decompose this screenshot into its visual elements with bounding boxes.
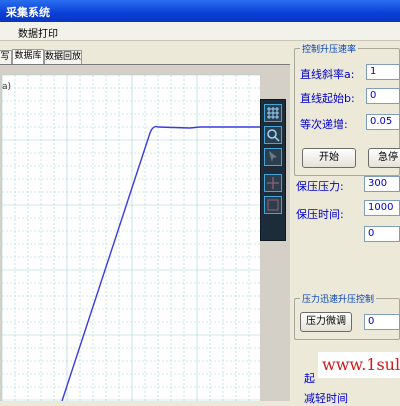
bottom-label-1: 起	[304, 372, 315, 385]
fine-tune-input[interactable]: 0	[364, 314, 400, 330]
pressure-chart: a)	[1, 74, 260, 401]
intercept-input[interactable]: 0	[366, 88, 400, 104]
menu-item-print[interactable]: 数据打印	[18, 25, 58, 40]
step-input[interactable]: 0.05	[366, 114, 400, 130]
tab-write[interactable]: 写	[0, 50, 12, 64]
cursor-icon[interactable]	[264, 148, 282, 166]
start-button[interactable]: 开始	[302, 148, 356, 168]
tab-database[interactable]: 数据库	[12, 49, 44, 65]
slope-label: 直线斜率a:	[300, 68, 355, 81]
slope-input[interactable]: 1	[366, 64, 400, 80]
hold-time-input[interactable]: 1000	[364, 200, 400, 216]
pan-icon[interactable]	[264, 174, 282, 192]
grid-toggle-icon[interactable]	[264, 104, 282, 122]
hold-extra-input[interactable]: 0	[364, 226, 400, 242]
tab-playback[interactable]: 数据回放	[44, 50, 82, 64]
hold-pressure-label: 保压压力:	[296, 180, 344, 193]
fine-tune-button[interactable]: 压力微调	[300, 312, 352, 332]
chart-corner-label: a)	[2, 82, 11, 92]
zoom-icon[interactable]	[264, 126, 282, 144]
fast-group-title: 压力迅速升压控制	[300, 292, 377, 305]
hold-pressure-input[interactable]: 300	[364, 176, 400, 192]
step-label: 等次递增:	[300, 118, 348, 131]
intercept-label: 直线起始b:	[300, 92, 355, 105]
chart-panel: a)	[0, 64, 290, 401]
bottom-label-2: 减轻时间	[304, 392, 348, 405]
title-bar: 采集系统	[0, 0, 400, 22]
watermark-text: www.1sul	[318, 352, 400, 378]
control-panel: 控制升压速率 直线斜率a: 1 直线起始b: 0 等次递增: 0.05 开始 急…	[292, 40, 400, 405]
scale-icon[interactable]	[264, 196, 282, 214]
hold-time-label: 保压时间:	[296, 208, 344, 221]
rate-group-title: 控制升压速率	[300, 42, 359, 55]
emergency-stop-button[interactable]: 急停	[368, 148, 400, 168]
chart-toolbar	[260, 99, 286, 241]
window-title: 采集系统	[6, 6, 50, 19]
menu-bar: 数据打印	[0, 22, 400, 41]
